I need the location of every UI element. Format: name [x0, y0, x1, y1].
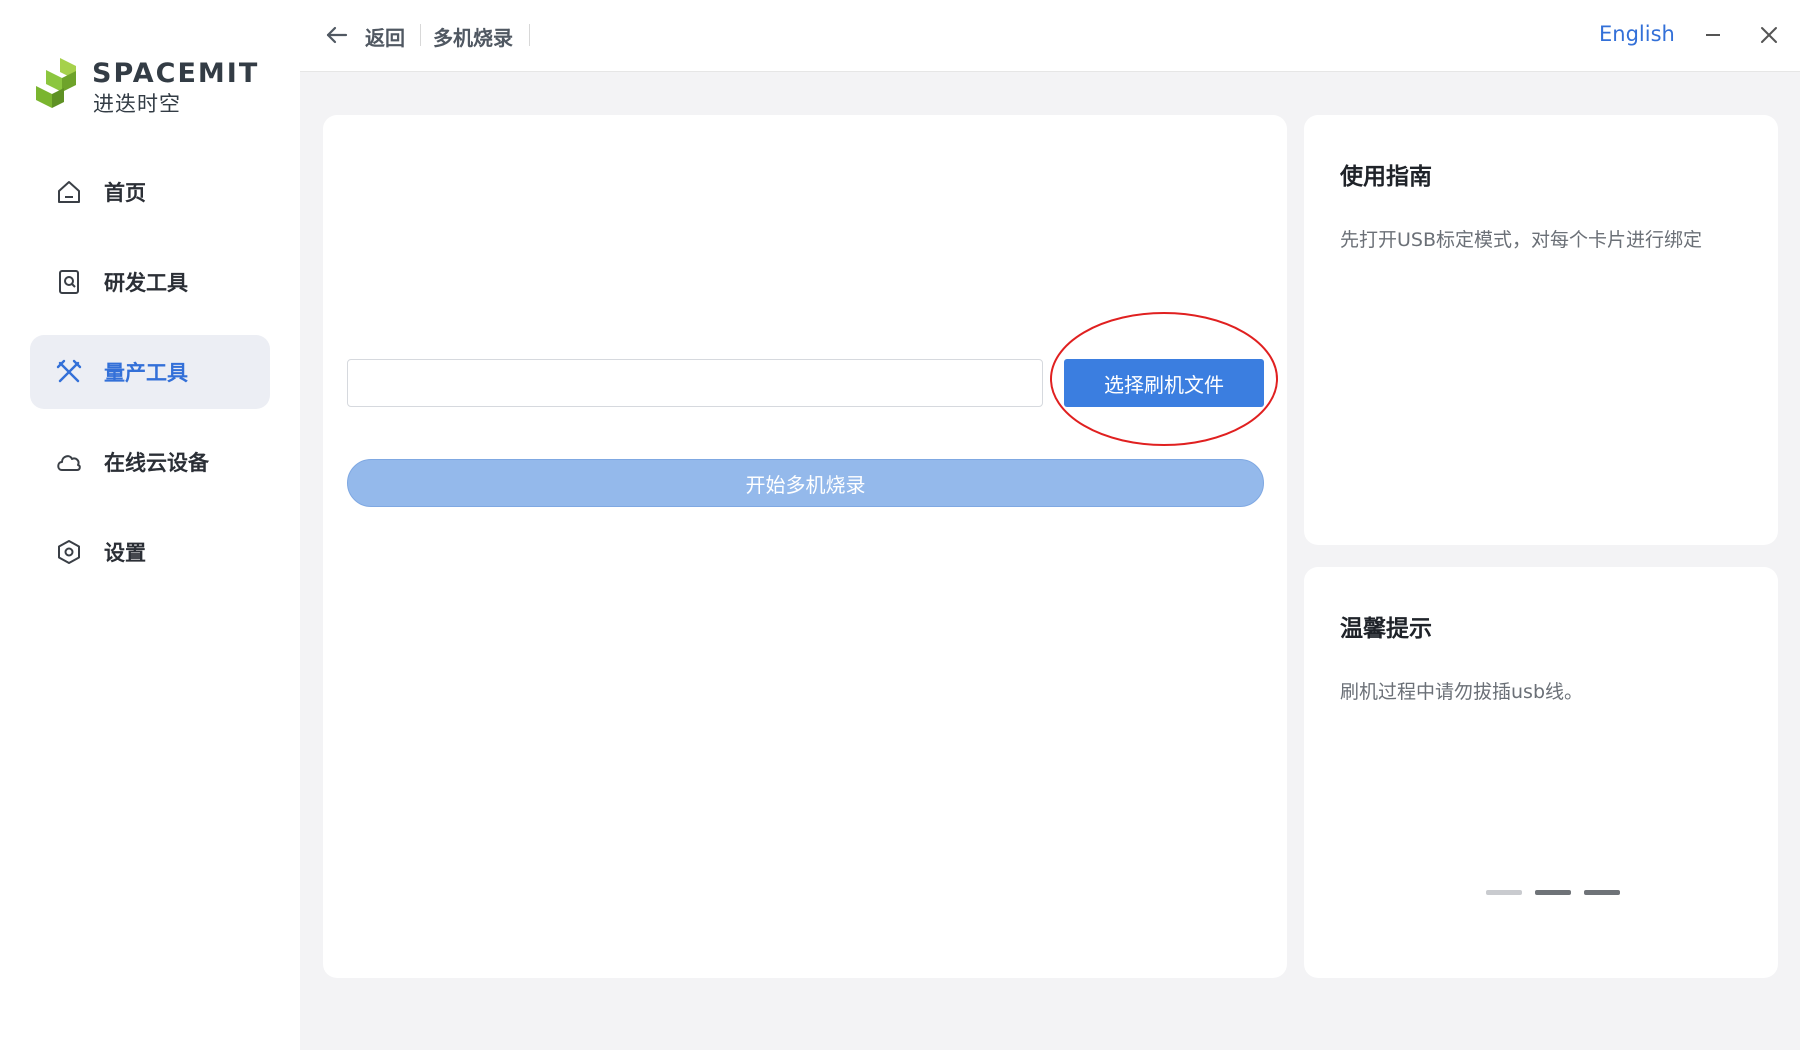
sidebar-item-cloud-devices[interactable]: 在线云设备 [30, 425, 270, 499]
select-flash-file-button[interactable]: 选择刷机文件 [1064, 359, 1264, 407]
back-arrow-icon[interactable] [324, 22, 350, 48]
sidebar-item-label: 研发工具 [104, 271, 188, 295]
language-toggle[interactable]: English [1599, 22, 1675, 46]
tips-card: 温馨提示 刷机过程中请勿拔插usb线。 [1304, 567, 1778, 978]
tools-icon [54, 357, 84, 387]
logo-mark-icon [36, 58, 76, 108]
spacemit-logo: SPACEMIT 进迭时空 [36, 52, 266, 122]
sidebar-nav: 首页 研发工具 量产工具 在线云设备 设置 [30, 155, 270, 605]
page-title: 多机烧录 [433, 26, 513, 50]
carousel-dot[interactable] [1584, 890, 1620, 895]
close-icon[interactable] [1754, 20, 1784, 50]
sidebar-item-dev-tools[interactable]: 研发工具 [30, 245, 270, 319]
sidebar-item-label: 设置 [104, 541, 146, 565]
logo-text-cn: 进迭时空 [93, 92, 181, 116]
usage-guide-card: 使用指南 先打开USB标定模式，对每个卡片进行绑定 [1304, 115, 1778, 545]
dev-tool-icon [54, 267, 84, 297]
minimize-icon[interactable] [1698, 20, 1728, 50]
sidebar-item-production-tools[interactable]: 量产工具 [30, 335, 270, 409]
cloud-icon [54, 447, 84, 477]
breadcrumb-divider [529, 24, 530, 46]
sidebar-item-settings[interactable]: 设置 [30, 515, 270, 589]
flash-file-path-input[interactable] [347, 359, 1043, 407]
usage-guide-text: 先打开USB标定模式，对每个卡片进行绑定 [1340, 229, 1703, 251]
breadcrumb-divider [420, 24, 421, 46]
sidebar: SPACEMIT 进迭时空 首页 研发工具 量产工具 在线云设备 设置 [0, 0, 300, 1050]
sidebar-item-label: 在线云设备 [104, 451, 209, 475]
top-bar: 返回 多机烧录 English [300, 0, 1800, 72]
multi-flash-panel: 选择刷机文件 开始多机烧录 [323, 115, 1287, 978]
start-multi-flash-button[interactable]: 开始多机烧录 [347, 459, 1264, 507]
logo-text-en: SPACEMIT [92, 58, 260, 89]
carousel-dot[interactable] [1486, 890, 1522, 895]
tips-text: 刷机过程中请勿拔插usb线。 [1340, 681, 1584, 703]
sidebar-item-label: 量产工具 [104, 361, 188, 385]
settings-icon [54, 537, 84, 567]
sidebar-item-label: 首页 [104, 181, 146, 205]
carousel-dot[interactable] [1535, 890, 1571, 895]
back-button[interactable]: 返回 [365, 22, 405, 51]
usage-guide-title: 使用指南 [1340, 164, 1432, 190]
home-icon [54, 177, 84, 207]
sidebar-item-home[interactable]: 首页 [30, 155, 270, 229]
tips-title: 温馨提示 [1340, 616, 1432, 642]
carousel-indicator [1486, 890, 1620, 895]
